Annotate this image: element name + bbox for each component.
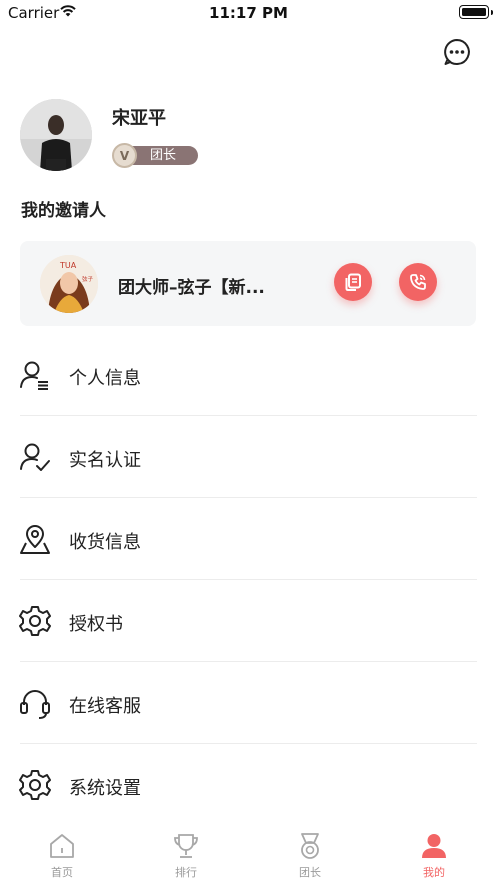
- tab-label: 我的: [423, 866, 445, 879]
- gear-icon: [19, 770, 51, 800]
- menu-label: 收货信息: [69, 532, 141, 553]
- tab-mine[interactable]: 我的: [404, 832, 464, 880]
- role-badge: 团长 V: [112, 143, 198, 168]
- inviter-avatar-caption: 弦子: [82, 275, 94, 283]
- user-check-icon: [20, 443, 50, 471]
- menu-item-personal-info[interactable]: 个人信息: [0, 334, 497, 416]
- call-button[interactable]: [399, 263, 437, 301]
- home-icon: [50, 834, 74, 858]
- user-icon: [422, 834, 446, 858]
- tab-bar: 首页 排行 团长 我的: [0, 820, 497, 883]
- menu-label: 实名认证: [69, 450, 141, 471]
- menu-item-system-settings[interactable]: 系统设置: [0, 744, 497, 826]
- menu-item-real-name-verification[interactable]: 实名认证: [0, 416, 497, 498]
- user-name: 宋亚平: [112, 108, 166, 129]
- menu-item-online-support[interactable]: 在线客服: [0, 662, 497, 744]
- tab-label: 排行: [175, 866, 197, 879]
- copy-icon: [345, 273, 361, 291]
- menu-label: 个人信息: [69, 368, 141, 389]
- headset-icon: [20, 690, 50, 719]
- status-bar: Carrier 11:17 PM: [0, 0, 497, 26]
- inviter-name: 团大师–弦子【新...: [118, 278, 265, 298]
- phone-icon: [410, 274, 426, 290]
- menu-label: 系统设置: [69, 778, 141, 799]
- user-list-icon: [20, 361, 48, 390]
- inviter-section-title: 我的邀请人: [21, 201, 106, 221]
- chat-bubble-icon[interactable]: [442, 37, 472, 67]
- inviter-photo: TUA 弦子: [40, 255, 98, 313]
- clock: 11:17 PM: [209, 4, 288, 22]
- inviter-card[interactable]: TUA 弦子 团大师–弦子【新...: [20, 241, 476, 326]
- v-badge-icon: V: [112, 143, 137, 168]
- menu-item-shipping-info[interactable]: 收货信息: [0, 498, 497, 580]
- tab-ranking[interactable]: 排行: [156, 832, 216, 880]
- location-pin-icon: [20, 525, 50, 554]
- menu-label: 授权书: [69, 614, 123, 635]
- trophy-icon: [174, 834, 198, 858]
- settings-menu: 个人信息 实名认证 收货信息 授权书 在线客服 系统设置: [0, 334, 497, 826]
- role-label: 团长: [150, 148, 177, 163]
- gear-icon: [19, 606, 51, 636]
- tab-label: 首页: [51, 866, 73, 879]
- copy-button[interactable]: [334, 263, 372, 301]
- inviter-avatar-text: TUA: [59, 261, 77, 270]
- battery-icon: [459, 5, 493, 19]
- menu-label: 在线客服: [69, 696, 141, 717]
- medal-icon: [301, 833, 319, 859]
- inviter-avatar: TUA 弦子: [40, 255, 98, 313]
- avatar-photo: [20, 99, 92, 171]
- avatar[interactable]: [20, 99, 92, 171]
- menu-item-authorization[interactable]: 授权书: [0, 580, 497, 662]
- tab-label: 团长: [299, 866, 321, 879]
- tab-leader[interactable]: 团长: [280, 832, 340, 880]
- tab-home[interactable]: 首页: [32, 832, 92, 880]
